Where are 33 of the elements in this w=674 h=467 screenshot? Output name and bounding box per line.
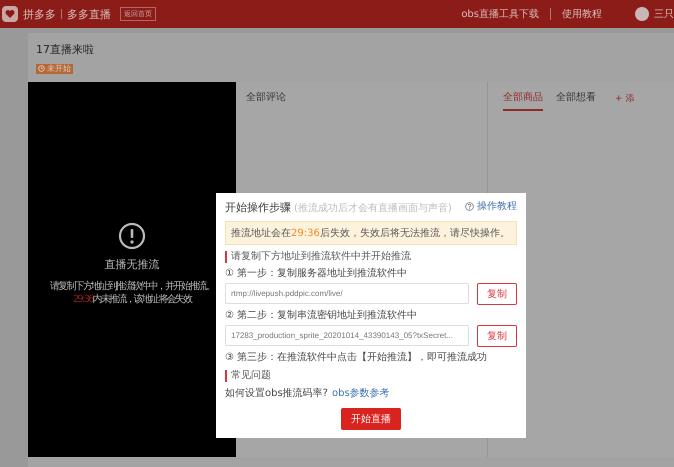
- dialog-subtitle: (推流成功后才会有直播画面与声音): [294, 202, 452, 214]
- product-tab[interactable]: 全部商品: [503, 90, 543, 111]
- copy-button[interactable]: 复制: [477, 324, 517, 346]
- header-link[interactable]: 使用教程: [562, 7, 602, 21]
- notice-banner: 推流地址会在29:36后失效，失效后将无法推流，请尽快操作。: [225, 220, 517, 244]
- faq-link[interactable]: obs参数参考: [332, 386, 390, 400]
- step-label: ① 第一步：复制服务器地址到推流软件中: [225, 266, 408, 280]
- user-name[interactable]: 三只: [654, 7, 674, 21]
- copy-button[interactable]: 复制: [477, 282, 517, 304]
- no-stream-message: 请复制下方地址到推流软件中，并开始推流。 29:36内未推流，该地址将会失效: [50, 280, 214, 306]
- add-link[interactable]: + 添: [615, 92, 634, 110]
- product-tab[interactable]: 全部想看: [556, 90, 596, 111]
- no-stream-title: 直播无推流: [104, 257, 160, 272]
- start-live-button[interactable]: 开始直播: [341, 408, 401, 430]
- section-name: 多多直播: [67, 6, 111, 22]
- step-label: ③ 第三步：在推流软件中点击【开始推流】，即可推流成功: [225, 350, 488, 364]
- input-field[interactable]: rtmp://livepush.pddpic.com/live/: [225, 283, 469, 304]
- brand-name: 拼多多: [23, 6, 56, 22]
- avatar[interactable]: [635, 7, 649, 21]
- faq-question: 如何设置obs推流码率?: [225, 386, 328, 400]
- section-heading: 请复制下方地址到推流软件中并开始推流: [225, 250, 517, 262]
- input-field[interactable]: 17283_production_sprite_20201014_43390143_05?txSecret...: [225, 325, 469, 346]
- header-link[interactable]: obs直播工具下载: [461, 7, 539, 21]
- room-title: 17直播来啦: [35, 42, 95, 57]
- alert-icon: [118, 222, 146, 250]
- comments-title: 全部评论: [246, 90, 287, 104]
- help-icon: [465, 202, 474, 210]
- clock-icon: [38, 65, 45, 72]
- section-heading: 常见问题: [225, 370, 517, 382]
- status-badge: 未开始: [36, 64, 73, 74]
- help-link[interactable]: 操作教程: [465, 199, 517, 213]
- step-label: ② 第二步：复制串流密钥地址到推流软件中: [225, 308, 418, 322]
- dialog-title: 开始操作步骤: [225, 200, 291, 214]
